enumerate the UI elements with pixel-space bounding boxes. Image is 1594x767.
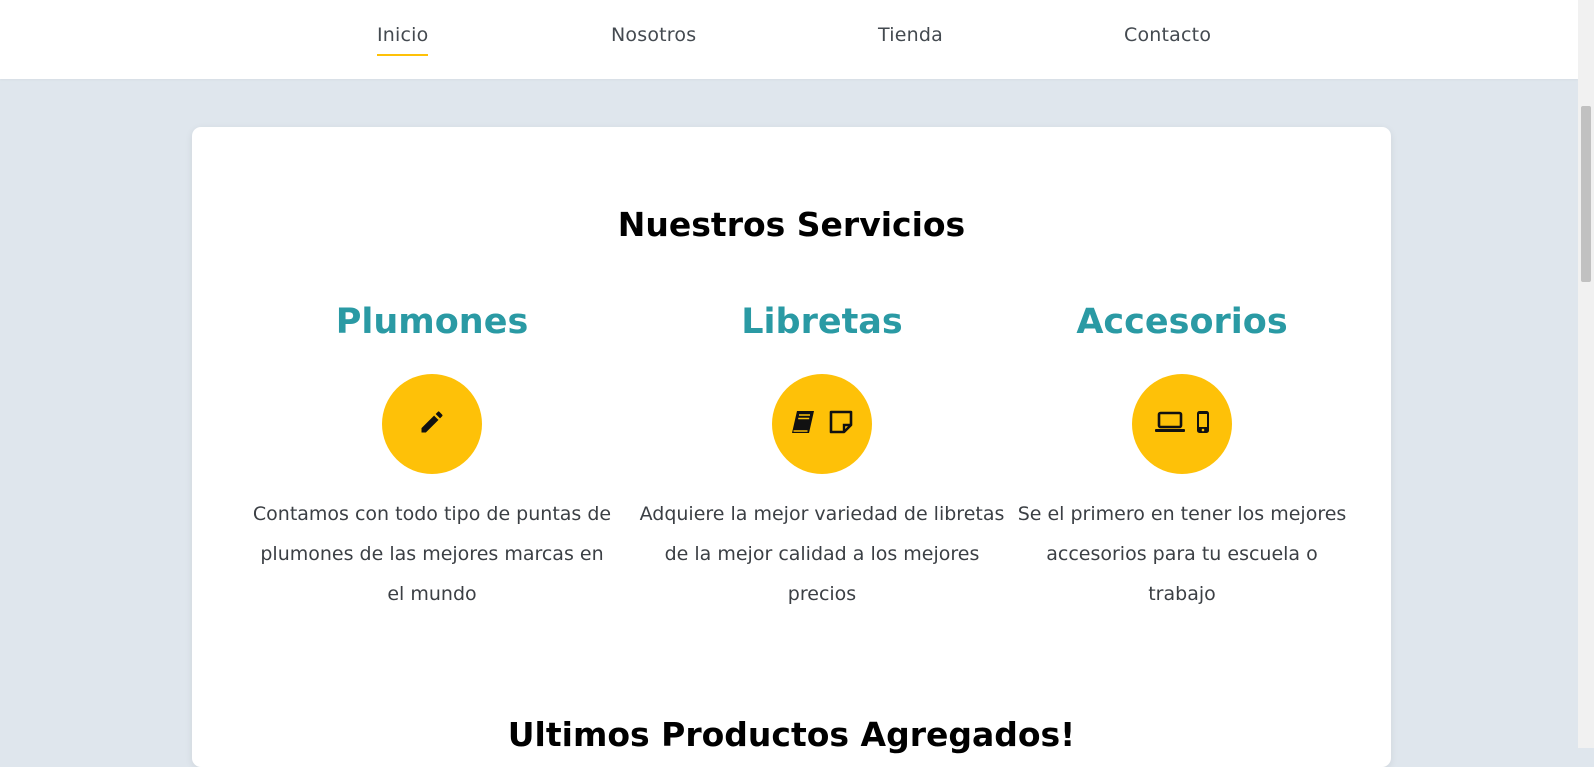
service-icon-circle bbox=[1132, 374, 1232, 474]
service-icon-circle bbox=[772, 374, 872, 474]
service-description: Se el primero en tener los mejores acces… bbox=[1017, 503, 1347, 605]
pencil-icon bbox=[418, 408, 446, 440]
page-scrollbar[interactable] bbox=[1578, 0, 1594, 748]
scrollbar-thumb[interactable] bbox=[1581, 106, 1591, 282]
book-icon bbox=[790, 409, 818, 439]
mobile-phone-icon bbox=[1196, 410, 1210, 438]
service-title: Accesorios bbox=[1076, 302, 1288, 342]
laptop-icon bbox=[1154, 411, 1186, 437]
service-title: Libretas bbox=[741, 302, 903, 342]
top-navbar: Inicio Nosotros Tienda Contacto bbox=[0, 0, 1578, 79]
services-heading: Nuestros Servicios bbox=[617, 205, 966, 244]
services-card: Nuestros Servicios Plumones Contamos con… bbox=[192, 127, 1391, 767]
service-description: Adquiere la mejor variedad de libretas d… bbox=[639, 503, 1005, 605]
service-description: Contamos con todo tipo de puntas de plum… bbox=[252, 503, 612, 605]
nav-link-inicio[interactable]: Inicio bbox=[377, 24, 429, 56]
nav-link-tienda[interactable]: Tienda bbox=[878, 24, 943, 54]
nav-link-contacto[interactable]: Contacto bbox=[1124, 24, 1211, 54]
sticky-note-icon bbox=[828, 409, 854, 439]
latest-products-heading: Ultimos Productos Agregados! bbox=[507, 715, 1076, 754]
service-title: Plumones bbox=[335, 302, 529, 342]
service-icon-circle bbox=[382, 374, 482, 474]
nav-link-nosotros[interactable]: Nosotros bbox=[611, 24, 696, 54]
